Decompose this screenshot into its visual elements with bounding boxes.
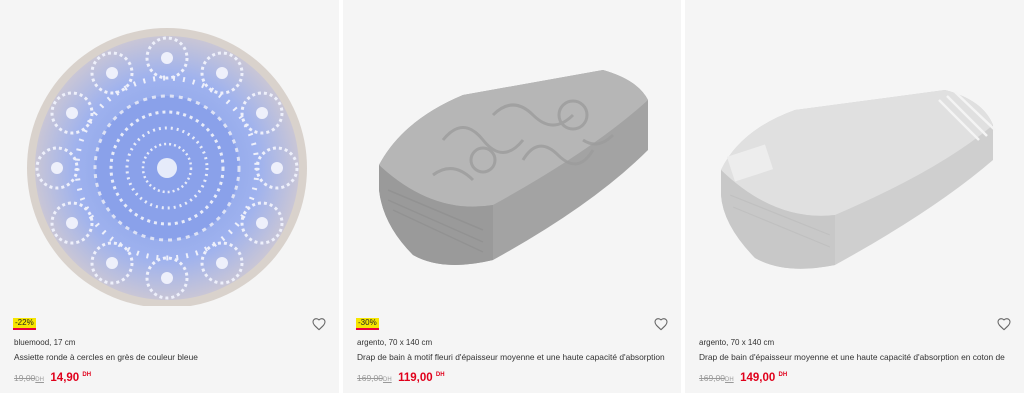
discount-badge: -30% <box>356 318 379 330</box>
sale-price: 14,90 DH <box>50 372 92 384</box>
product-card-towel-patterned[interactable]: -30% argento, 70 x 140 cm Drap de bain à… <box>343 0 681 393</box>
product-card-towel-plain[interactable]: argento, 70 x 140 cm Drap de bain d'épai… <box>685 0 1024 393</box>
product-image-towel-plain[interactable] <box>685 0 1024 306</box>
heart-outline-icon[interactable] <box>311 316 327 332</box>
product-card-plate[interactable]: -22% bluemood, 17 cm Assiette ronde à ce… <box>0 0 339 393</box>
product-title[interactable]: Assiette ronde à cercles en grès de coul… <box>14 352 329 362</box>
product-title[interactable]: Drap de bain d'épaisseur moyenne et une … <box>699 352 1014 362</box>
towel-illustration-patterned <box>379 70 648 265</box>
discount-badge: -22% <box>13 318 36 330</box>
product-price: 19,00DH 14,90 DH <box>14 368 91 386</box>
product-title[interactable]: Drap de bain à motif fleuri d'épaisseur … <box>357 352 671 362</box>
heart-outline-icon[interactable] <box>996 316 1012 332</box>
old-price: 169,00DH <box>357 373 392 383</box>
product-grid: -22% bluemood, 17 cm Assiette ronde à ce… <box>0 0 1024 393</box>
product-image-towel-patterned[interactable] <box>343 0 681 306</box>
product-brand: argento, 70 x 140 cm <box>699 338 775 347</box>
old-price: 169,00DH <box>699 373 734 383</box>
product-price: 169,00DH 119,00 DH <box>357 368 445 386</box>
plate-illustration <box>27 28 307 306</box>
product-price: 169,00DH 149,00 DH <box>699 368 787 386</box>
product-image-plate[interactable] <box>0 0 339 306</box>
product-brand: bluemood, 17 cm <box>14 338 76 347</box>
heart-outline-icon[interactable] <box>653 316 669 332</box>
towel-illustration-plain <box>721 90 996 269</box>
old-price: 19,00DH <box>14 373 44 383</box>
product-brand: argento, 70 x 140 cm <box>357 338 433 347</box>
sale-price: 149,00 DH <box>740 372 788 384</box>
sale-price: 119,00 DH <box>398 372 445 384</box>
